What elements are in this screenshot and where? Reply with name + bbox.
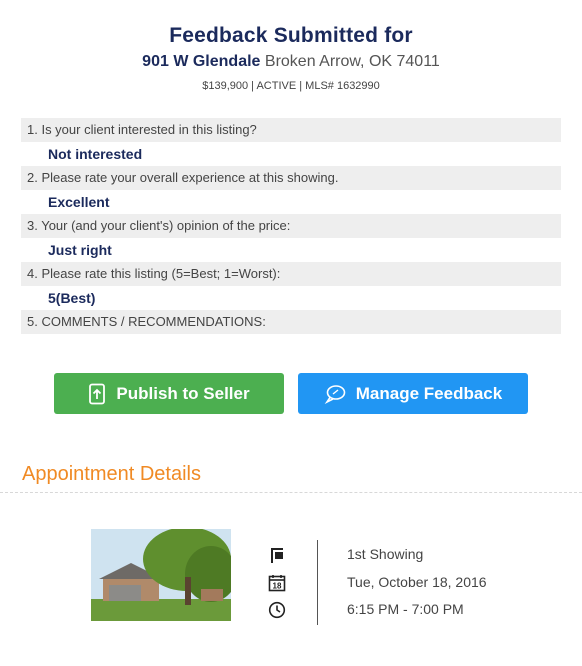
manage-feedback-button[interactable]: Manage Feedback: [298, 373, 528, 414]
appointment-date: Tue, October 18, 2016: [347, 574, 487, 590]
page-title: Feedback Submitted for: [169, 24, 413, 47]
listing-city: Broken Arrow, OK 74011: [264, 53, 440, 70]
details-separator: [317, 540, 318, 625]
listing-meta: $139,900 | ACTIVE | MLS# 1632990: [202, 80, 380, 92]
question-1: 1. Is your client interested in this lis…: [21, 118, 561, 142]
answer-2: Excellent: [21, 190, 561, 214]
appointment-time: 6:15 PM - 7:00 PM: [347, 601, 464, 617]
clock-icon: [268, 601, 286, 619]
section-divider: [0, 492, 582, 493]
calendar-icon: 18: [268, 575, 286, 592]
showing-label: 1st Showing: [347, 546, 424, 562]
chat-bubble-icon: [324, 384, 346, 404]
publish-button-label: Publish to Seller: [116, 383, 250, 403]
sign-post-icon: [271, 548, 283, 563]
answer-4: 5(Best): [21, 286, 561, 310]
question-4: 4. Please rate this listing (5=Best; 1=W…: [21, 262, 561, 286]
answer-3: Just right: [21, 238, 561, 262]
feedback-questions: 1. Is your client interested in this lis…: [21, 118, 561, 334]
listing-photo: [91, 529, 231, 621]
upload-phone-icon: [89, 383, 106, 404]
question-2: 2. Please rate your overall experience a…: [21, 166, 561, 190]
manage-button-label: Manage Feedback: [355, 383, 503, 403]
listing-street: 901 W Glendale: [142, 53, 261, 70]
question-5: 5. COMMENTS / RECOMMENDATIONS:: [21, 310, 561, 334]
publish-to-seller-button[interactable]: Publish to Seller: [54, 373, 284, 414]
question-3: 3. Your (and your client's) opinion of t…: [21, 214, 561, 238]
listing-address: 901 W Glendale Broken Arrow, OK 74011: [0, 53, 582, 71]
appointment-details-heading: Appointment Details: [22, 463, 201, 485]
answer-1: Not interested: [21, 142, 561, 166]
calendar-icon-day: 18: [273, 582, 282, 591]
